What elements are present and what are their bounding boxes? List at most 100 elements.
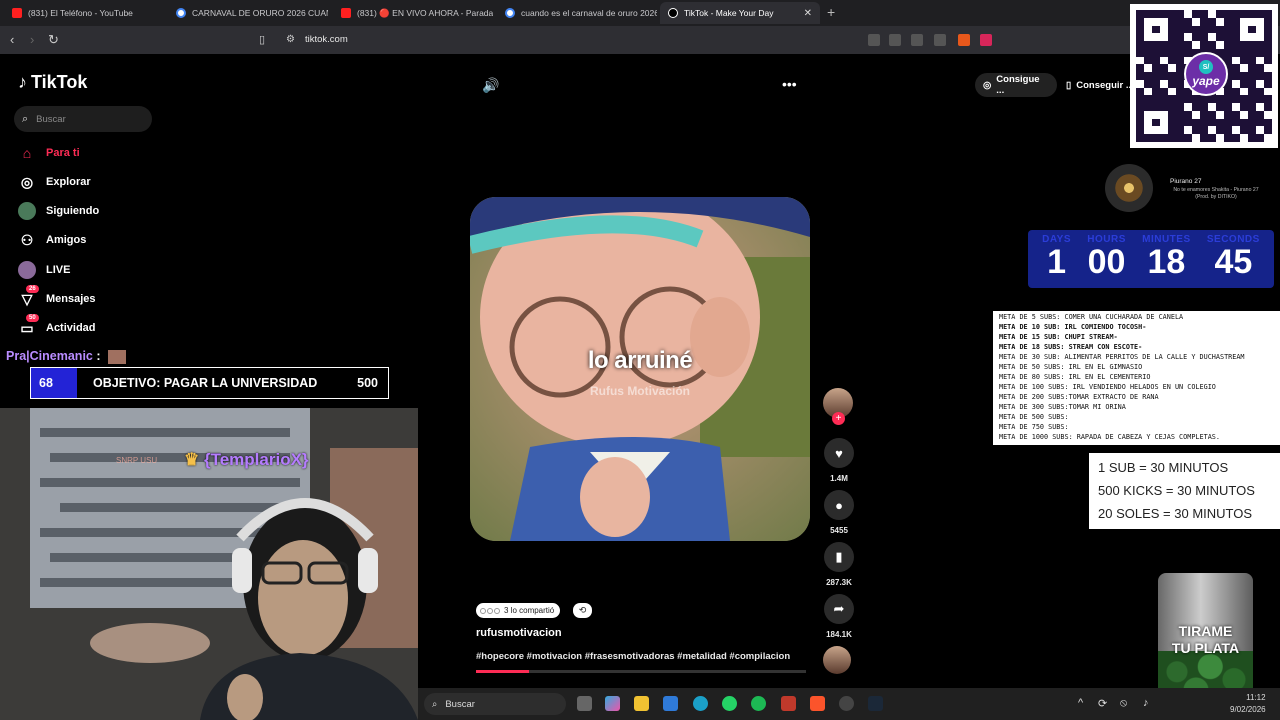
task-view-icon[interactable]: [577, 696, 592, 711]
system-clock[interactable]: 11:12 9/02/2026: [1230, 692, 1266, 716]
save-button[interactable]: ▮ 287.3K: [824, 542, 854, 587]
qr-module: [1184, 10, 1192, 18]
comment-button[interactable]: ● 5455: [824, 490, 854, 535]
brave-icon[interactable]: [810, 696, 825, 711]
tray-network-icon[interactable]: ⦸: [1120, 697, 1127, 710]
browser-tab[interactable]: cuando es el carnaval de oruro 2026: [497, 2, 657, 24]
nav-label: Mensajes: [46, 293, 96, 305]
qr-module: [1240, 64, 1248, 73]
qr-module: [1248, 79, 1256, 88]
qr-module: [1232, 33, 1240, 42]
store-icon[interactable]: [663, 696, 678, 711]
search-input[interactable]: ⌕ Buscar: [14, 106, 152, 132]
cast-icon[interactable]: [911, 34, 923, 46]
qr-module: [1208, 17, 1216, 26]
qr-module: [1200, 41, 1208, 49]
tray-mic-icon[interactable]: ♪: [1143, 697, 1149, 709]
like-button[interactable]: ♥ 1.4M: [824, 438, 854, 483]
back-icon[interactable]: ‹: [10, 32, 14, 47]
qr-module: [1224, 10, 1232, 18]
qr-module: [1184, 118, 1192, 127]
share-button[interactable]: ➦ 184.1K: [824, 594, 854, 639]
video-player[interactable]: lo arruiné Rufus Motivación: [470, 197, 810, 541]
forward-icon[interactable]: ›: [30, 32, 34, 47]
nav-label: Para ti: [46, 147, 80, 159]
browser-tab[interactable]: CARNAVAL DE ORURO 2026 CUANDO: [168, 2, 328, 24]
steam-icon[interactable]: [868, 696, 883, 711]
video-author[interactable]: rufusmotivacion: [476, 627, 562, 639]
qr-module: [1232, 95, 1240, 104]
youtube-icon: [12, 8, 22, 18]
subathon-rates: 1 SUB = 30 MINUTOS 500 KICKS = 30 MINUTO…: [1089, 453, 1280, 529]
qr-module: [1264, 126, 1272, 135]
video-progress-fill: [476, 670, 529, 673]
yape-qr-code: S/ yape: [1130, 4, 1278, 148]
tray-sync-icon[interactable]: ⟳: [1098, 697, 1107, 710]
qr-module: [1232, 118, 1240, 127]
extension-icon[interactable]: [868, 34, 880, 46]
brave-rewards-icon[interactable]: [980, 34, 992, 46]
qr-module: [1192, 126, 1200, 135]
video-hashtags[interactable]: #hopecore #motivacion #frasesmotivadoras…: [476, 651, 790, 662]
spotify-icon[interactable]: [751, 696, 766, 711]
qr-module: [1224, 134, 1232, 142]
tray-chevron-icon[interactable]: ^: [1078, 697, 1083, 709]
qr-module: [1184, 103, 1192, 111]
qr-module: [1232, 134, 1240, 142]
nav-item-para-ti[interactable]: ⌂ Para ti: [18, 144, 80, 162]
nav-item-mensajes[interactable]: ▽ 26 Mensajes: [18, 285, 96, 308]
qr-module: [1256, 25, 1264, 34]
youtube-icon: [341, 8, 351, 18]
qr-module: [1200, 33, 1208, 42]
whatsapp-icon[interactable]: [722, 696, 737, 711]
next-creator-avatar[interactable]: [823, 646, 851, 674]
qr-module: [1256, 56, 1264, 65]
browser-tab[interactable]: (831) El Teléfono - YouTube: [4, 2, 164, 24]
qr-module: [1192, 33, 1200, 42]
file-explorer-icon[interactable]: [634, 696, 649, 711]
follow-plus-icon[interactable]: +: [832, 412, 845, 425]
qr-module: [1256, 33, 1264, 42]
game-icon[interactable]: [781, 696, 796, 711]
close-tab-icon[interactable]: ✕: [804, 8, 812, 19]
translate-icon[interactable]: [889, 34, 901, 46]
more-options-icon[interactable]: •••: [782, 76, 797, 92]
share-icon[interactable]: [934, 34, 946, 46]
qr-module: [1232, 56, 1240, 65]
tab-title: CARNAVAL DE ORURO 2026 CUANDO: [192, 8, 328, 18]
shared-by-chip[interactable]: 3 lo compartió: [476, 603, 561, 618]
nav-item-explorar[interactable]: ◎ Explorar: [18, 173, 91, 191]
qr-module: [1152, 41, 1160, 49]
nav-item-live[interactable]: LIVE: [18, 261, 70, 279]
get-coins-button[interactable]: ◎ Consigue ...: [975, 73, 1057, 97]
video-progress-bar[interactable]: [476, 670, 806, 673]
countdown-minutes: MINUTES 18: [1142, 234, 1191, 288]
obs-icon[interactable]: [839, 696, 854, 711]
bookmark-icon[interactable]: ▯: [259, 33, 265, 46]
repost-icon[interactable]: ⟲: [573, 603, 592, 618]
qr-module: [1136, 56, 1144, 65]
brave-shield-icon[interactable]: [958, 34, 970, 46]
qr-module: [1144, 41, 1152, 49]
reload-icon[interactable]: ↻: [48, 32, 59, 48]
edge-icon[interactable]: [693, 696, 708, 711]
countdown-value: 00: [1087, 243, 1126, 281]
copilot-icon[interactable]: [605, 696, 620, 711]
qr-module: [1152, 87, 1160, 96]
qr-module: [1192, 10, 1200, 18]
nav-item-amigos[interactable]: ⚇ Amigos: [18, 231, 87, 249]
new-tab-icon[interactable]: +: [827, 4, 835, 20]
site-info-icon[interactable]: ⚙: [286, 34, 295, 45]
tiktok-logo[interactable]: ♪ TikTok: [18, 72, 87, 93]
nav-item-actividad[interactable]: ▭ 50 Actividad: [18, 314, 96, 337]
volume-icon[interactable]: 🔊: [482, 77, 499, 94]
soles-badge: S/: [1199, 60, 1213, 74]
qr-module: [1144, 126, 1152, 135]
browser-tab[interactable]: (831) 🔴 EN VIVO AHORA - Parada y: [333, 2, 493, 24]
qr-module: [1232, 87, 1240, 96]
nav-item-siguiendo[interactable]: Siguiendo: [18, 202, 99, 220]
taskbar-search[interactable]: ⌕ Buscar: [424, 693, 566, 715]
browser-tab-active[interactable]: TikTok - Make Your Day ✕: [660, 2, 820, 24]
url-field[interactable]: tiktok.com: [305, 34, 348, 45]
qr-module: [1232, 72, 1240, 80]
